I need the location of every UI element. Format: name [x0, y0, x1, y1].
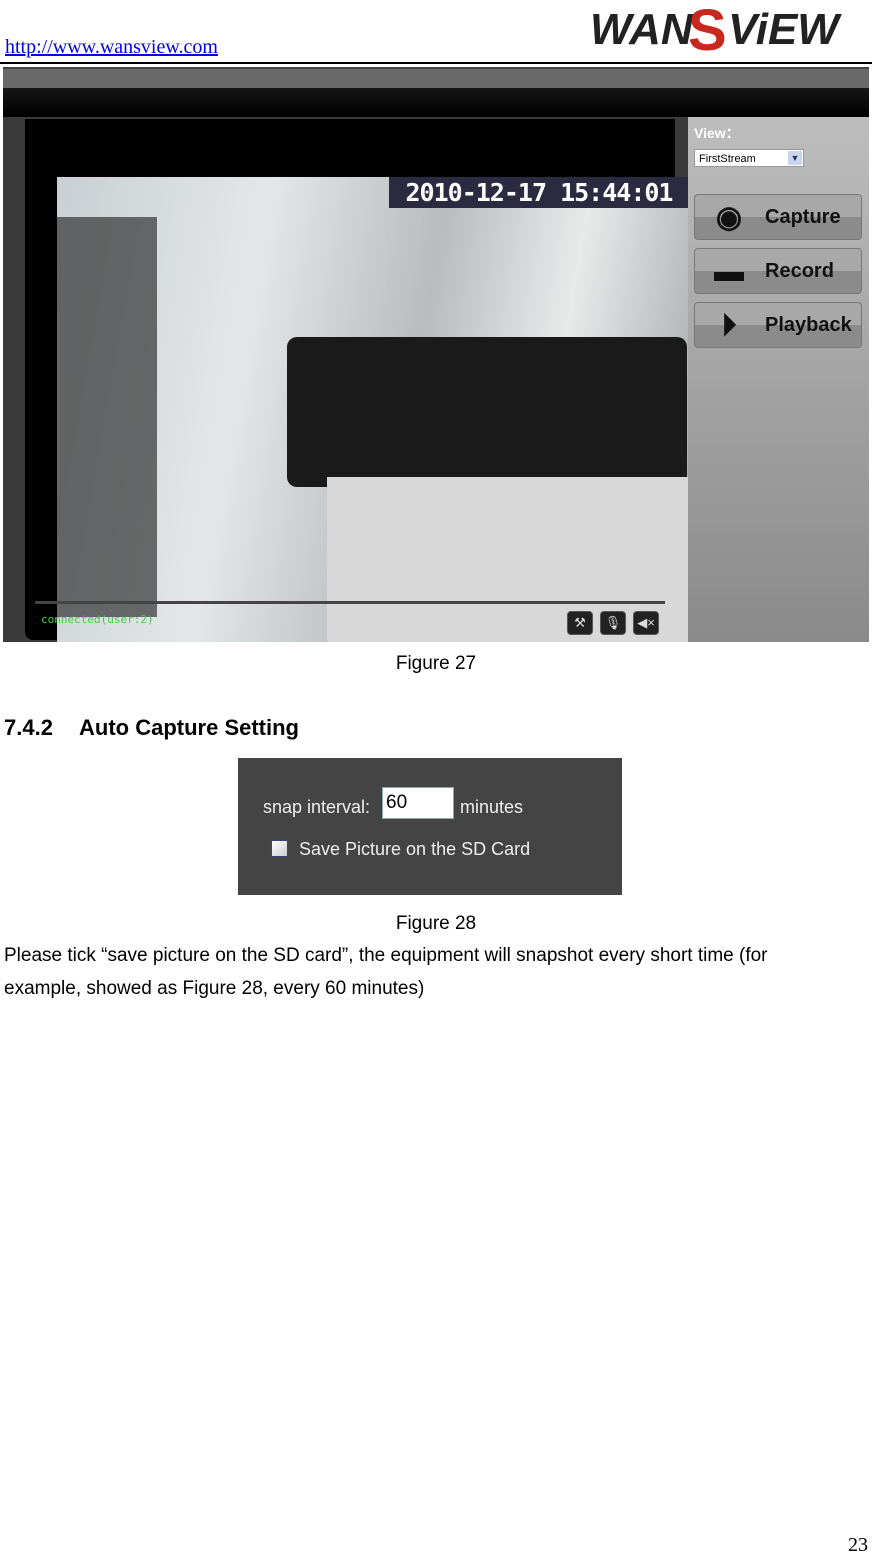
play-circle-icon: ⏵ [721, 309, 737, 342]
wansview-logo: WAN S ViEW [590, 0, 842, 56]
control-panel: View： FirstStream ▼ ◉ Capture ▬ Record ⏵… [688, 117, 869, 642]
capture-label: Capture [765, 206, 841, 228]
section-number: 7.4.2 [4, 715, 53, 740]
progress-track [35, 601, 665, 604]
save-sd-checkbox[interactable] [271, 840, 288, 857]
bench [287, 337, 687, 487]
playback-label: Playback [765, 314, 852, 336]
figure-28-caption: Figure 28 [395, 913, 477, 934]
top-bar [3, 67, 869, 90]
save-sd-label: Save Picture on the SD Card [299, 839, 531, 859]
camera-icon: ◉ [715, 201, 743, 234]
video-timestamp: 2010-12-17 15:44:01 [389, 177, 689, 208]
nav-bar [3, 88, 869, 117]
clapperboard-icon: ▬ [714, 255, 744, 288]
minutes-label: minutes [460, 797, 524, 817]
record-button[interactable]: ▬ Record [694, 248, 862, 294]
svg-text:ViEW: ViEW [728, 5, 842, 54]
speaker-muted-icon[interactable]: ◀× [633, 611, 659, 635]
record-label: Record [765, 260, 834, 282]
view-label: View： [694, 125, 740, 141]
svg-text:S: S [688, 0, 727, 56]
section-heading: 7.4.2 Auto Capture Setting [4, 715, 299, 741]
svg-text:WAN: WAN [590, 5, 694, 54]
stream-select[interactable]: FirstStream ▼ [694, 149, 804, 167]
document-page: http://www.wansview.com WAN S ViEW 2010-… [0, 0, 872, 1553]
section-title: Auto Capture Setting [79, 715, 299, 740]
header-rule [0, 62, 872, 64]
playback-button[interactable]: ⏵ Playback [694, 302, 862, 348]
page-number: 23 [848, 1534, 868, 1553]
body-text-line-1: Please tick “save picture on the SD card… [4, 945, 768, 966]
video-feed: 2010-12-17 15:44:01 [57, 177, 689, 642]
body-text-line-2: example, showed as Figure 28, every 60 m… [4, 978, 425, 999]
video-frame: 2010-12-17 15:44:01 connected(user:2) ⚒ … [25, 119, 689, 642]
website-link[interactable]: http://www.wansview.com [5, 36, 218, 59]
connection-status: connected(user:2) [41, 613, 154, 626]
stream-selected: FirstStream [699, 153, 756, 165]
settings-tools-icon[interactable]: ⚒ [567, 611, 593, 635]
capture-button[interactable]: ◉ Capture [694, 194, 862, 240]
camera-viewer-screenshot: 2010-12-17 15:44:01 connected(user:2) ⚒ … [3, 67, 869, 642]
snap-interval-label: snap interval: [263, 797, 371, 817]
mic-muted-icon[interactable]: 🎙 [600, 611, 626, 635]
shelf [57, 217, 157, 617]
chevron-down-icon: ▼ [788, 151, 802, 165]
snap-interval-input[interactable]: 60 [382, 787, 454, 819]
auto-capture-panel: snap interval: 60 minutes Save Picture o… [238, 758, 622, 895]
figure-27-caption: Figure 27 [395, 653, 477, 674]
